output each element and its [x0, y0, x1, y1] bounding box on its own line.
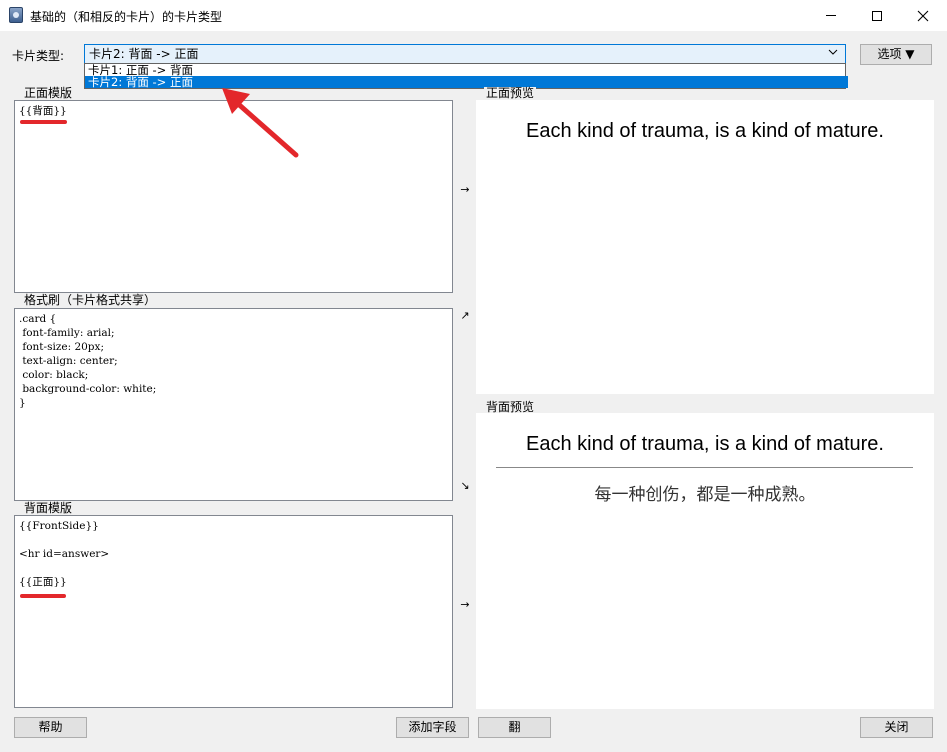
- back-preview-question: Each kind of trauma, is a kind of mature…: [526, 433, 884, 455]
- minimize-button[interactable]: [808, 0, 854, 31]
- app-icon: [9, 7, 23, 23]
- maximize-icon: [872, 10, 882, 21]
- back-template-editor[interactable]: {{FrontSide}} <hr id=answer> {{正面}}: [14, 515, 453, 708]
- flip-button[interactable]: 翻: [478, 717, 551, 738]
- arrow-up-right-icon: ↗: [460, 309, 470, 322]
- back-preview-pane: Each kind of trauma, is a kind of mature…: [476, 413, 934, 709]
- arrow-down-right-icon: ↘: [460, 479, 470, 492]
- annotation-underline: [20, 594, 66, 598]
- front-preview-text: Each kind of trauma, is a kind of mature…: [526, 120, 884, 142]
- arrow-right-icon: →: [460, 183, 470, 196]
- dropdown-option-card1[interactable]: 卡片1: 正面 -> 背面: [85, 64, 848, 76]
- card-type-label: 卡片类型:: [12, 49, 65, 63]
- chevron-down-icon[interactable]: [826, 46, 840, 60]
- add-field-button[interactable]: 添加字段: [396, 717, 469, 738]
- styling-label: 格式刷（卡片格式共享）: [22, 293, 159, 307]
- styling-editor[interactable]: .card { font-family: arial; font-size: 2…: [14, 308, 453, 501]
- close-window-button[interactable]: [900, 0, 946, 31]
- dropdown-option-card2[interactable]: 卡片2: 背面 -> 正面: [85, 76, 848, 88]
- title-bar: 基础的（和相反的卡片）的卡片类型: [0, 0, 947, 31]
- back-preview-answer: 每一种创伤，都是一种成熟。: [594, 485, 816, 505]
- front-preview-label: 正面预览: [484, 86, 537, 100]
- answer-divider: [496, 467, 913, 468]
- help-button[interactable]: 帮助: [14, 717, 87, 738]
- card-type-select[interactable]: 卡片2: 背面 -> 正面: [84, 44, 846, 64]
- card-type-dropdown-list: 卡片1: 正面 -> 背面 卡片2: 背面 -> 正面: [84, 63, 848, 89]
- front-template-label: 正面模版: [22, 86, 75, 100]
- annotation-underline: [20, 120, 67, 124]
- minimize-icon: [826, 15, 836, 16]
- arrow-right-icon: →: [460, 598, 470, 611]
- maximize-button[interactable]: [854, 0, 900, 31]
- front-preview-pane: Each kind of trauma, is a kind of mature…: [476, 100, 934, 394]
- annotation-arrow-icon: [222, 88, 299, 158]
- options-button[interactable]: 选项 ▼: [860, 44, 932, 65]
- back-template-label: 背面模版: [22, 501, 75, 515]
- window-title: 基础的（和相反的卡片）的卡片类型: [30, 10, 223, 24]
- close-icon: [917, 10, 929, 21]
- close-button[interactable]: 关闭: [860, 717, 933, 738]
